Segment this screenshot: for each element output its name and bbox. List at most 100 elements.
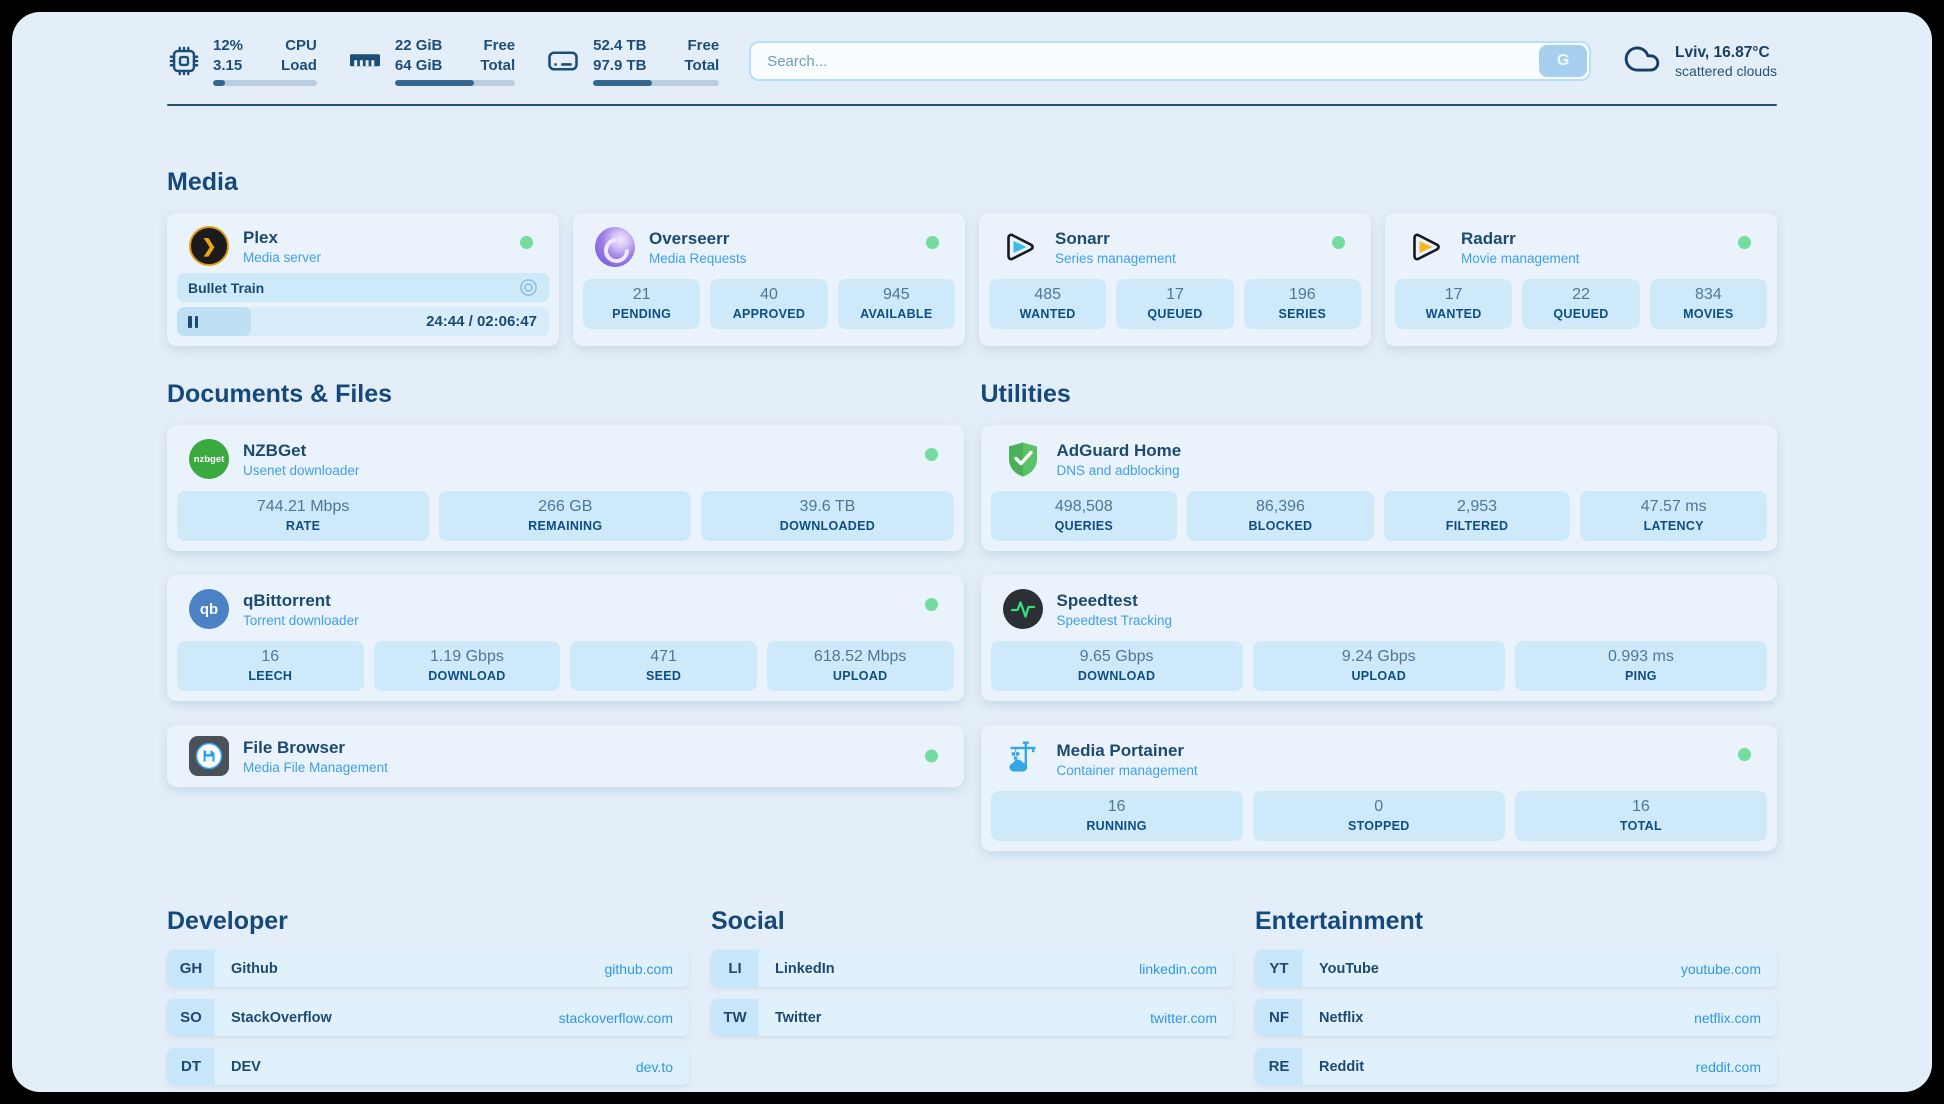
link-url[interactable]: stackoverflow.com <box>559 1010 673 1026</box>
service-name: NZBGet <box>243 441 359 461</box>
media-card-grid: ❯ Plex Media server Bullet Train 24:44 <box>167 213 1777 346</box>
cpu-load-label: Load <box>281 56 317 76</box>
service-card-filebrowser[interactable]: File Browser Media File Management <box>167 725 964 787</box>
links-area: Developer GH Github github.com SO StackO… <box>167 907 1777 1085</box>
stat-value: 22 <box>1526 286 1635 304</box>
stat-tile: 2,953 FILTERED <box>1384 491 1571 541</box>
link-row-linkedin[interactable]: LI LinkedIn linkedin.com <box>711 950 1233 987</box>
link-name: LinkedIn <box>775 961 835 977</box>
stat-tile: 618.52 Mbps UPLOAD <box>767 641 954 691</box>
stat-tile: 16 RUNNING <box>991 791 1243 841</box>
links-section-social: Social LI LinkedIn linkedin.com TW Twitt… <box>711 907 1233 1085</box>
stat-value: 266 GB <box>443 498 687 516</box>
now-playing-row[interactable]: Bullet Train <box>177 273 549 302</box>
cpu-icon <box>167 44 201 78</box>
link-name: Github <box>231 961 278 977</box>
link-url[interactable]: youtube.com <box>1681 961 1761 977</box>
status-dot <box>926 236 939 249</box>
search-bar: G <box>749 41 1591 81</box>
service-name: Sonarr <box>1055 229 1176 249</box>
pause-icon[interactable] <box>188 316 198 328</box>
link-row-netflix[interactable]: NF Netflix netflix.com <box>1255 999 1777 1036</box>
ram-free-label: Free <box>483 36 515 56</box>
service-card-nzbget[interactable]: NZBGet Usenet downloader 744.21 Mbps RAT… <box>167 425 964 551</box>
weather-condition: scattered clouds <box>1675 63 1777 79</box>
stat-value: 1.19 Gbps <box>378 648 557 666</box>
topbar-divider <box>167 104 1777 106</box>
qbittorrent-icon <box>189 589 229 629</box>
link-url[interactable]: github.com <box>605 961 673 977</box>
disk-total-value: 97.9 TB <box>593 56 646 76</box>
service-card-overseerr[interactable]: Overseerr Media Requests 21 PENDING 40 A… <box>573 213 965 346</box>
link-url[interactable]: netflix.com <box>1694 1010 1761 1026</box>
service-card-sonarr[interactable]: Sonarr Series management 485 WANTED 17 Q… <box>979 213 1371 346</box>
cpu-progress-track <box>213 80 317 86</box>
stat-tile: 9.65 Gbps DOWNLOAD <box>991 641 1243 691</box>
service-subtitle: Movie management <box>1461 251 1580 266</box>
search-input[interactable] <box>749 41 1591 81</box>
screen-frame: 12% 3.15 CPU Load <box>0 0 1944 1104</box>
link-badge: NF <box>1255 999 1303 1036</box>
stat-tile: 86,396 BLOCKED <box>1187 491 1374 541</box>
section-title-social: Social <box>711 907 1233 936</box>
weather-widget[interactable]: Lviv, 16.87°C scattered clouds <box>1621 40 1777 83</box>
status-dot <box>925 750 938 763</box>
ram-progress-track <box>395 80 515 86</box>
status-dot <box>1332 236 1345 249</box>
ram-metric: 22 GiB 64 GiB Free Total <box>347 36 515 86</box>
stat-label: PING <box>1519 669 1763 683</box>
stat-label: LEECH <box>181 669 360 683</box>
link-row-reddit[interactable]: RE Reddit reddit.com <box>1255 1048 1777 1085</box>
stat-value: 485 <box>993 286 1102 304</box>
link-url[interactable]: reddit.com <box>1696 1059 1761 1075</box>
stat-value: 0 <box>1257 798 1501 816</box>
link-row-twitter[interactable]: TW Twitter twitter.com <box>711 999 1233 1036</box>
stat-value: 21 <box>587 286 696 304</box>
stat-label: DOWNLOADED <box>705 519 949 533</box>
stat-label: REMAINING <box>443 519 687 533</box>
service-card-adguard[interactable]: AdGuard Home DNS and adblocking 498,508 … <box>981 425 1778 551</box>
link-badge: SO <box>167 999 215 1036</box>
stat-tile: 21 PENDING <box>583 279 700 329</box>
cpu-label: CPU <box>285 36 317 56</box>
link-row-github[interactable]: GH Github github.com <box>167 950 689 987</box>
top-bar: 12% 3.15 CPU Load <box>167 36 1777 86</box>
service-card-speedtest[interactable]: Speedtest Speedtest Tracking 9.65 Gbps D… <box>981 575 1778 701</box>
link-name: DEV <box>231 1059 261 1075</box>
stat-value: 2,953 <box>1388 498 1567 516</box>
link-url[interactable]: linkedin.com <box>1139 961 1217 977</box>
stat-label: AVAILABLE <box>842 307 951 321</box>
stat-value: 86,396 <box>1191 498 1370 516</box>
now-playing-title: Bullet Train <box>188 280 264 296</box>
link-row-stackoverflow[interactable]: SO StackOverflow stackoverflow.com <box>167 999 689 1036</box>
stat-label: WANTED <box>1399 307 1508 321</box>
playback-progress-bar[interactable]: 24:44 / 02:06:47 <box>177 307 549 336</box>
stat-label: LATENCY <box>1584 519 1763 533</box>
service-card-plex[interactable]: ❯ Plex Media server Bullet Train 24:44 <box>167 213 559 346</box>
service-card-portainer[interactable]: Media Portainer Container management 16 … <box>981 725 1778 851</box>
section-title-media: Media <box>167 168 1777 197</box>
stat-label: MOVIES <box>1654 307 1763 321</box>
stat-tile: 17 QUEUED <box>1116 279 1233 329</box>
stat-tile: 16 TOTAL <box>1515 791 1767 841</box>
google-search-button[interactable]: G <box>1539 45 1587 77</box>
service-card-qbittorrent[interactable]: qBittorrent Torrent downloader 16 LEECH … <box>167 575 964 701</box>
service-subtitle: Media Requests <box>649 251 747 266</box>
stat-value: 196 <box>1248 286 1357 304</box>
adguard-icon <box>1003 439 1043 479</box>
cpu-metric: 12% 3.15 CPU Load <box>167 36 317 86</box>
stat-label: PENDING <box>587 307 696 321</box>
documents-column: Documents & Files NZBGet Usenet download… <box>167 380 964 851</box>
service-card-radarr[interactable]: Radarr Movie management 17 WANTED 22 QUE… <box>1385 213 1777 346</box>
section-title-documents: Documents & Files <box>167 380 964 409</box>
ram-total-value: 64 GiB <box>395 56 443 76</box>
link-name: Reddit <box>1319 1059 1364 1075</box>
link-row-dev[interactable]: DT DEV dev.to <box>167 1048 689 1085</box>
link-url[interactable]: twitter.com <box>1150 1010 1217 1026</box>
dashboard-app: 12% 3.15 CPU Load <box>12 12 1932 1092</box>
link-row-youtube[interactable]: YT YouTube youtube.com <box>1255 950 1777 987</box>
ram-progress-fill <box>395 80 474 86</box>
service-name: Plex <box>243 228 321 248</box>
stat-value: 471 <box>574 648 753 666</box>
link-url[interactable]: dev.to <box>636 1059 673 1075</box>
